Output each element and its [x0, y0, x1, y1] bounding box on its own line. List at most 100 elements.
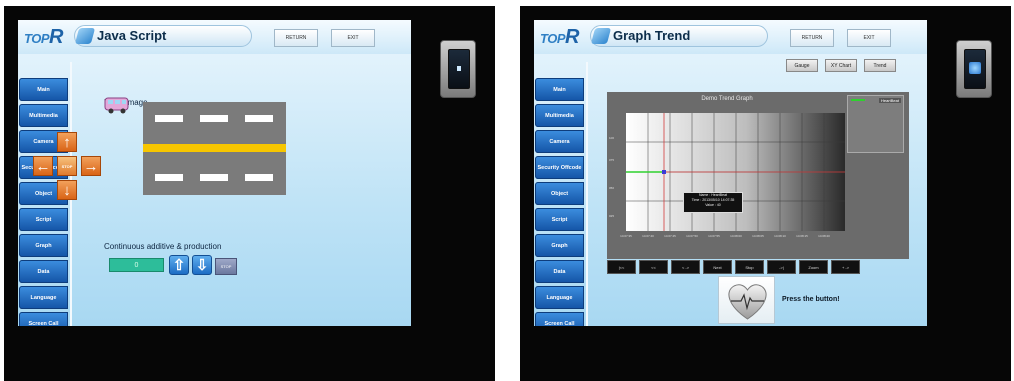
graph-title: Demo Trend Graph [701, 96, 753, 102]
y-tick: 075 [609, 158, 615, 162]
page-title: Graph Trend [613, 28, 691, 43]
lane-marking [200, 174, 228, 181]
page-title-tab: Java Script [74, 25, 252, 47]
y-tick: 100 [609, 136, 615, 140]
sidebar-item-screen-call[interactable]: Screen Call [535, 312, 584, 326]
lane-marking [245, 115, 273, 122]
tooltip-line: Value : 40 [705, 203, 721, 207]
power-switch-icon[interactable] [440, 40, 476, 98]
graph-prev-button[interactable]: << [639, 260, 668, 274]
lane-marking [155, 174, 183, 181]
move-up-button[interactable]: ↑ [57, 132, 77, 152]
graph-legend: HeartBeat [847, 95, 904, 153]
sidebar-item-camera[interactable]: Camera [535, 130, 584, 153]
sidebar-item-main[interactable]: Main [19, 78, 68, 101]
lane-marking [200, 115, 228, 122]
sidebar-item-graph[interactable]: Graph [19, 234, 68, 257]
counter-stop-button[interactable]: STOP [215, 258, 237, 275]
graph-stop-button[interactable]: Stop [735, 260, 764, 274]
sidebar-item-multimedia[interactable]: Multimedia [19, 104, 68, 127]
x-tick: 14:07:45 [664, 234, 676, 238]
arrow-down-icon: ↓ [63, 181, 71, 199]
move-down-button[interactable]: ↓ [57, 180, 77, 200]
road-image [143, 102, 286, 195]
graph-last-button[interactable]: ->| [767, 260, 796, 274]
trend-graph[interactable]: Demo Trend Graph HeartBeat 100 075 050 0… [607, 92, 909, 259]
move-left-button[interactable]: ← [33, 156, 53, 176]
decrement-button[interactable]: ⇩ [192, 255, 212, 275]
lane-marking [155, 115, 183, 122]
sidebar-item-multimedia[interactable]: Multimedia [535, 104, 584, 127]
page-title: Java Script [97, 28, 167, 43]
content-divider [586, 62, 588, 326]
header-bar: TOPR Graph Trend RETURN EXIT [534, 20, 927, 54]
x-tick: 14:07:55 [708, 234, 720, 238]
increment-button[interactable]: ⇧ [169, 255, 189, 275]
switch-led [969, 62, 981, 74]
sidebar-item-script[interactable]: Script [535, 208, 584, 231]
graph-zoom-button[interactable]: Zoom [799, 260, 828, 274]
exit-button[interactable]: EXIT [331, 29, 375, 47]
x-tick: 14:08:15 [796, 234, 808, 238]
heart-button[interactable] [718, 276, 775, 324]
graph-back-button[interactable]: < -> [671, 260, 700, 274]
title-accent-icon [74, 28, 96, 44]
sidebar-item-data[interactable]: Data [19, 260, 68, 283]
direction-pad: ↑ ← STOP → ↓ [33, 132, 101, 200]
y-tick: 025 [609, 214, 615, 218]
y-tick: 050 [609, 186, 615, 190]
arrow-down-icon: ⇩ [195, 257, 209, 274]
center-line [143, 144, 286, 152]
plot-area[interactable]: Name : HeartBeat Time : 2013/05/10 14:07… [626, 113, 845, 231]
x-tick: 14:08:05 [752, 234, 764, 238]
press-prompt: Press the button! [782, 296, 840, 303]
sidebar-item-screen-call[interactable]: Screen Call [19, 312, 68, 326]
arrow-left-icon: ← [35, 157, 51, 175]
lane-marking [245, 174, 273, 181]
arrow-up-icon: ↑ [63, 133, 71, 151]
bus-icon[interactable] [104, 94, 130, 114]
power-switch-icon[interactable] [956, 40, 992, 98]
sidebar-item-security[interactable]: Security Offcode [535, 156, 584, 179]
xy-chart-button[interactable]: XY Chart [825, 59, 857, 72]
sidebar-item-script[interactable]: Script [19, 208, 68, 231]
heart-ecg-icon [728, 284, 767, 320]
brand-logo: TOPR [540, 26, 579, 48]
sidebar-item-language[interactable]: Language [535, 286, 584, 309]
exit-button[interactable]: EXIT [847, 29, 891, 47]
sidebar-item-data[interactable]: Data [535, 260, 584, 283]
x-tick: 14:07:50 [686, 234, 698, 238]
hmi-screen-left: TOPR Java Script RETURN EXIT Main Multim… [18, 20, 411, 326]
continuous-label: Continuous additive & production [104, 242, 222, 251]
sidebar-item-object[interactable]: Object [535, 182, 584, 205]
page-title-tab: Graph Trend [590, 25, 768, 47]
value-tooltip: Name : HeartBeat Time : 2013/05/10 14:07… [683, 192, 743, 213]
x-tick: 14:07:40 [642, 234, 654, 238]
return-button[interactable]: RETURN [274, 29, 318, 47]
hmi-screen-right: TOPR Graph Trend RETURN EXIT Gauge XY Ch… [534, 20, 927, 326]
x-tick: 14:08:00 [730, 234, 742, 238]
legend-entry: HeartBeat [878, 98, 901, 103]
plot-svg [626, 113, 845, 231]
gauge-button[interactable]: Gauge [786, 59, 818, 72]
x-tick: 14:08:20 [818, 234, 830, 238]
sidebar-item-main[interactable]: Main [535, 78, 584, 101]
switch-rocker [964, 49, 986, 89]
arrow-right-icon: → [83, 157, 99, 175]
return-button[interactable]: RETURN [790, 29, 834, 47]
legend-swatch [851, 99, 865, 101]
x-tick: 14:07:35 [620, 234, 632, 238]
move-right-button[interactable]: → [81, 156, 101, 176]
sidebar-item-language[interactable]: Language [19, 286, 68, 309]
brand-logo: TOPR [24, 26, 63, 48]
sidebar-item-graph[interactable]: Graph [535, 234, 584, 257]
graph-first-button[interactable]: |<< [607, 260, 636, 274]
arrow-up-icon: ⇧ [172, 257, 186, 274]
graph-next-button[interactable]: Next [703, 260, 732, 274]
move-stop-button[interactable]: STOP [57, 156, 77, 176]
trend-button[interactable]: Trend [864, 59, 896, 72]
header-bar: TOPR Java Script RETURN EXIT [18, 20, 411, 54]
x-tick: 14:08:10 [774, 234, 786, 238]
graph-forward-button[interactable]: + -> [831, 260, 860, 274]
cursor-point [662, 170, 666, 174]
